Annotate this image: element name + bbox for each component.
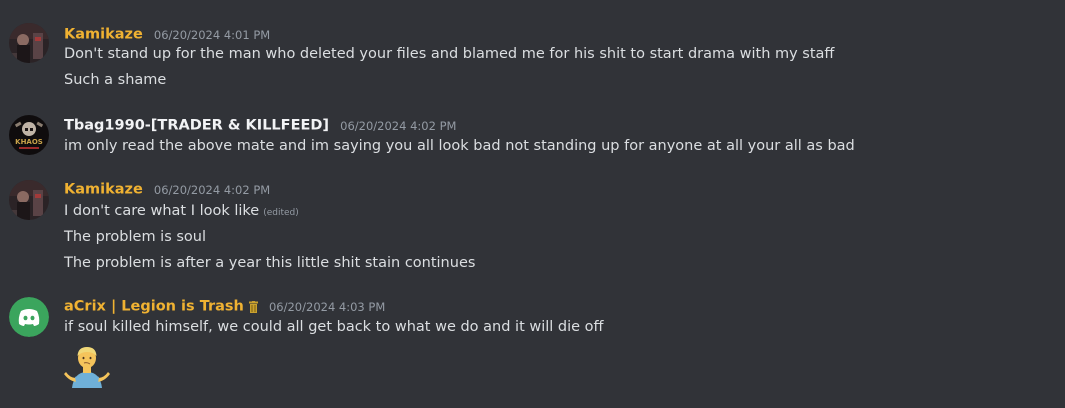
trash-can-icon	[248, 300, 258, 313]
username[interactable]: Kamikaze	[64, 182, 143, 198]
message-text: im only read the above mate and im sayin…	[64, 138, 855, 154]
message-text: if soul killed himself, we could all get…	[64, 319, 604, 335]
message-text-content: I don't care what I look like	[64, 203, 260, 219]
kamikaze-avatar-image	[9, 180, 49, 220]
message-header: Kamikaze 06/20/2024 4:01 PM	[64, 24, 270, 44]
message-text: Don't stand up for the man who deleted y…	[64, 46, 835, 62]
message-text: The problem is soul	[64, 229, 207, 245]
timestamp: 06/20/2024 4:01 PM	[153, 27, 271, 42]
kamikaze-avatar-image	[9, 23, 49, 63]
edited-label: (edited)	[263, 208, 299, 218]
message-text: The problem is after a year this little …	[64, 255, 476, 271]
message-header: aCrix | Legion is Trash 06/20/2024 4:03 …	[64, 296, 385, 316]
timestamp: 06/20/2024 4:02 PM	[340, 118, 457, 133]
message-header: Tbag1990-[TRADER & KILLFEED] 06/20/2024 …	[64, 115, 456, 135]
khaos-avatar-image: KHAOS	[9, 115, 49, 155]
message-text: Such a shame	[64, 72, 167, 88]
username[interactable]: Tbag1990-[TRADER & KILLFEED]	[64, 118, 329, 134]
message-text: I don't care what I look like (edited)	[64, 201, 299, 221]
timestamp: 06/20/2024 4:03 PM	[268, 299, 386, 314]
discord-logo-avatar	[9, 297, 49, 337]
username[interactable]: Kamikaze	[64, 27, 143, 43]
avatar-logo-text: KHAOS	[15, 138, 43, 146]
avatar[interactable]	[9, 23, 49, 63]
chat-message-list: Kamikaze 06/20/2024 4:01 PM Don't stand …	[0, 0, 1065, 408]
username[interactable]: aCrix | Legion is Trash	[64, 299, 244, 315]
message-header: Kamikaze 06/20/2024 4:02 PM	[64, 179, 270, 199]
timestamp: 06/20/2024 4:02 PM	[153, 182, 271, 197]
avatar[interactable]: KHAOS	[9, 115, 49, 155]
avatar[interactable]	[9, 180, 49, 220]
avatar[interactable]	[9, 297, 49, 337]
person-shrugging-emoji	[64, 347, 110, 388]
